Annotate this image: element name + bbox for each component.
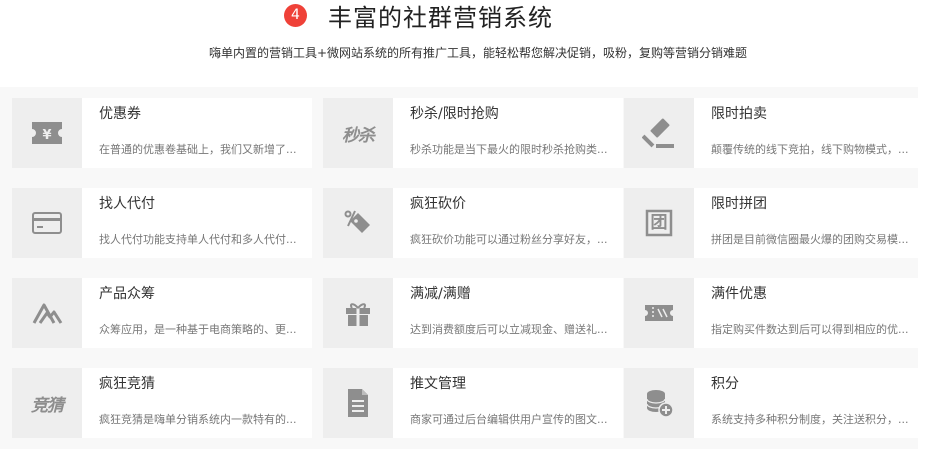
feature-desc: 找人代付功能支持单人代付和多人代付...: [99, 233, 297, 246]
feature-title: 找人代付: [99, 196, 155, 212]
feature-card-crowdfunding[interactable]: 产品众筹 众筹应用，是一种基于电商策略的、更...: [12, 278, 312, 348]
points-coins-icon: [624, 368, 694, 438]
feature-desc: 颠覆传统的线下竞拍，线下购物模式，...: [711, 143, 909, 156]
feature-card-group-buy[interactable]: 团 限时拼团 拼团是目前微信圈最火爆的团购交易模...: [624, 188, 918, 258]
feature-card-points[interactable]: 积分 系统支持多种积分制度，关注送积分，...: [624, 368, 918, 438]
feature-title: 满件优惠: [711, 286, 767, 302]
section-title: 丰富的社群营销系统: [328, 4, 553, 32]
feature-title: 积分: [711, 376, 739, 392]
feature-desc: 疯狂砍价功能可以通过粉丝分享好友，...: [410, 233, 608, 246]
feature-desc: 秒杀功能是当下最火的限时秒杀抢购类...: [410, 143, 608, 156]
ticket-icon: [624, 278, 694, 348]
feature-card-guess[interactable]: 竞猜 疯狂竞猜 疯狂竞猜是嗨单分销系统内一款特有的...: [12, 368, 312, 438]
feature-title: 限时拼团: [711, 196, 767, 212]
group-buy-icon-text: 团: [650, 213, 668, 233]
feature-title: 满减/满赠: [410, 286, 471, 302]
group-buy-icon: 团: [624, 188, 694, 258]
feature-title: 限时拍卖: [711, 106, 767, 122]
feature-title: 疯狂砍价: [410, 196, 466, 212]
feature-desc: 系统支持多种积分制度，关注送积分，...: [711, 413, 909, 426]
features-panel: ¥ 优惠券 在普通的优惠卷基础上，我们又新增了... 秒杀 秒杀/限时抢购 秒杀…: [0, 87, 918, 449]
guess-icon: 竞猜: [12, 368, 82, 438]
feature-card-bargain[interactable]: 疯狂砍价 疯狂砍价功能可以通过粉丝分享好友，...: [323, 188, 623, 258]
feature-card-flash-sale[interactable]: 秒杀 秒杀/限时抢购 秒杀功能是当下最火的限时秒杀抢购类...: [323, 98, 623, 168]
flash-sale-icon-text: 秒杀: [342, 125, 375, 146]
feature-card-auction[interactable]: 限时拍卖 颠覆传统的线下竞拍，线下购物模式，...: [624, 98, 918, 168]
feature-title: 产品众筹: [99, 286, 155, 302]
feature-title: 推文管理: [410, 376, 466, 392]
feature-card-pay-for-me[interactable]: 找人代付 找人代付功能支持单人代付和多人代付...: [12, 188, 312, 258]
crowdfunding-icon: [12, 278, 82, 348]
section-header: 4 丰富的社群营销系统 嗨单内置的营销工具+微网站系统的所有推广工具，能轻松帮您…: [0, 0, 936, 90]
feature-desc: 商家可通过后台编辑供用户宣传的图文...: [410, 413, 608, 426]
feature-title: 疯狂竞猜: [99, 376, 155, 392]
feature-desc: 指定购买件数达到后可以得到相应的优...: [711, 323, 909, 336]
feature-desc: 达到消费额度后可以立减现金、赠送礼...: [410, 323, 608, 336]
svg-text:¥: ¥: [42, 128, 51, 143]
section-subtitle: 嗨单内置的营销工具+微网站系统的所有推广工具，能轻松帮您解决促销，吸粉，复购等营…: [208, 46, 748, 60]
step-badge: 4: [284, 4, 307, 27]
auction-gavel-icon: [624, 98, 694, 168]
card-icon: [12, 188, 82, 258]
gift-icon: [323, 278, 393, 348]
feature-title: 优惠券: [99, 106, 141, 122]
guess-icon-text: 竞猜: [31, 395, 64, 416]
feature-card-article-management[interactable]: 推文管理 商家可通过后台编辑供用户宣传的图文...: [323, 368, 623, 438]
feature-desc: 疯狂竞猜是嗨单分销系统内一款特有的...: [99, 413, 297, 426]
feature-desc: 在普通的优惠卷基础上，我们又新增了...: [99, 143, 297, 156]
feature-card-multi-item-discount[interactable]: 满件优惠 指定购买件数达到后可以得到相应的优...: [624, 278, 918, 348]
flash-sale-icon: 秒杀: [323, 98, 393, 168]
feature-desc: 众筹应用，是一种基于电商策略的、更...: [99, 323, 297, 336]
feature-card-coupon[interactable]: ¥ 优惠券 在普通的优惠卷基础上，我们又新增了...: [12, 98, 312, 168]
coupon-icon: ¥: [12, 98, 82, 168]
document-icon: [323, 368, 393, 438]
feature-desc: 拼团是目前微信圈最火爆的团购交易模...: [711, 233, 909, 246]
feature-card-full-reduction[interactable]: 满减/满赠 达到消费额度后可以立减现金、赠送礼...: [323, 278, 623, 348]
price-tag-icon: [323, 188, 393, 258]
feature-title: 秒杀/限时抢购: [410, 106, 499, 122]
